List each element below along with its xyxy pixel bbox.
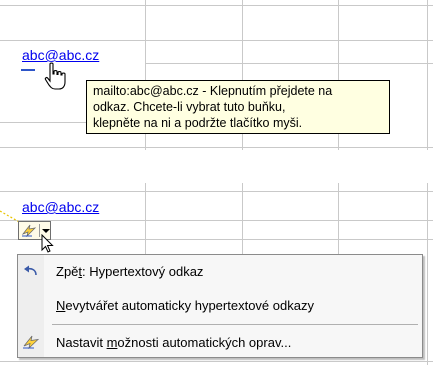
menu-item-autocorrect-options[interactable]: Nastavit možnosti automatických oprav... (18, 330, 422, 354)
grid-row-line (145, 63, 433, 64)
tooltip-line: klepněte na ni a podržte tlačítko myši. (93, 116, 303, 130)
button-divider (39, 224, 40, 237)
menu-item-label: Nastavit možnosti automatických oprav... (56, 334, 292, 350)
smart-tag-indicator[interactable] (21, 69, 35, 71)
grid-column-line (145, 183, 146, 254)
tooltip-line: mailto:abc@abc.cz - Klepnutím přejdete n… (93, 84, 333, 98)
tooltip-line: odkaz. Chcete-li vybrat tuto buňku, (93, 100, 286, 114)
grid-row-line (0, 239, 433, 240)
chevron-down-icon[interactable] (42, 229, 50, 233)
autocorrect-options-menu: Zpět: Hypertextový odkaz Nevytvářet auto… (17, 254, 423, 358)
menu-item-stop-auto-hyperlinks[interactable]: Nevytvářet automaticky hypertextové odka… (18, 293, 422, 317)
grid-row-line (0, 122, 86, 123)
hand-pointer-cursor-icon (44, 62, 66, 90)
hyperlink-tooltip: mailto:abc@abc.cz - Klepnutím přejdete n… (86, 80, 390, 134)
grid-column-line (427, 183, 428, 365)
grid-column-line (242, 183, 243, 254)
menu-item-label: Zpět: Hypertextový odkaz (56, 263, 204, 279)
undo-arrow-icon (18, 259, 44, 283)
menu-item-label: Nevytvářet automaticky hypertextové odka… (56, 297, 314, 313)
grid-row-line (0, 147, 433, 148)
menu-separator (52, 324, 418, 325)
menu-item-icon-placeholder (18, 293, 44, 317)
grid-column-line (427, 0, 428, 150)
grid-row-line (0, 191, 433, 192)
cell-hyperlink[interactable]: abc@abc.cz (21, 47, 101, 63)
menu-item-undo-hyperlink[interactable]: Zpět: Hypertextový odkaz (18, 259, 422, 283)
cell-hyperlink[interactable]: abc@abc.cz (21, 199, 101, 215)
grid-row-line (0, 40, 433, 41)
autocorrect-lightning-icon (18, 330, 44, 354)
arrow-cursor-icon (41, 234, 54, 253)
grid-row-line (0, 5, 433, 6)
grid-row-line (0, 361, 433, 362)
autocorrect-lightning-icon (21, 224, 37, 237)
grid-column-line (338, 183, 339, 254)
grid-row-line (0, 220, 433, 221)
